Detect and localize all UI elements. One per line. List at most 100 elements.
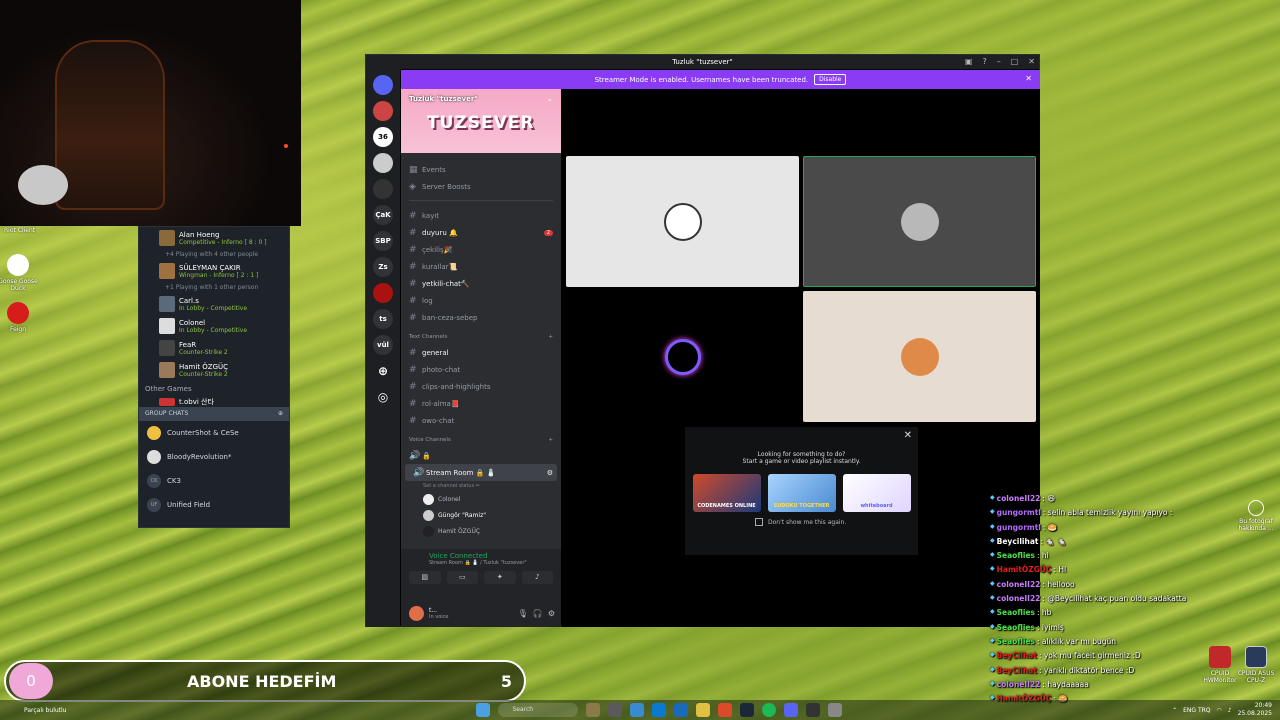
channel-item[interactable]: # rol-alma📕 [401, 395, 561, 412]
group-chats-header[interactable]: GROUP CHATS ⊕ [139, 407, 289, 421]
desktop-icon-photo-info[interactable]: Bu fotoğraf hakkında ... [1234, 500, 1278, 532]
app-icon[interactable] [828, 703, 843, 717]
add-channel-icon[interactable]: + [548, 437, 553, 443]
copilot-icon[interactable] [630, 703, 645, 717]
widgets-icon[interactable] [586, 703, 601, 717]
participant-tile[interactable] [566, 291, 799, 422]
add-channel-icon[interactable]: + [548, 334, 553, 340]
channel-item[interactable]: # duyuru 🔔 2 [401, 224, 561, 241]
activities-button[interactable]: ✦ [484, 571, 516, 584]
whiteboard-activity[interactable]: whiteboard [842, 474, 911, 512]
voice-user[interactable]: Güngör "Ramiz" [401, 507, 561, 523]
channel-item[interactable]: # ban-ceza-sebep [401, 309, 561, 326]
friend-row[interactable]: Colonel In Lobby - Competitive [139, 315, 289, 337]
microphone-icon[interactable]: 🎙 [518, 609, 528, 618]
server-icon[interactable]: Zs [373, 257, 393, 277]
weather-widget[interactable]: Parçalı bulutlu [24, 707, 66, 714]
server-icon[interactable]: 36 [373, 127, 393, 147]
channel-item[interactable]: # owo-chat [401, 412, 561, 429]
participant-tile[interactable] [566, 156, 799, 287]
clock[interactable]: 20:49 25.08.2025 [1238, 702, 1272, 718]
voice-user[interactable]: Hamit ÖZGÜÇ [401, 523, 561, 539]
obs-icon[interactable] [806, 703, 821, 717]
discord-icon[interactable] [784, 703, 799, 717]
group-chat-item[interactable]: UF Unified Field [139, 493, 289, 517]
server-boosts-item[interactable]: ◈ Server Boosts [401, 178, 561, 195]
close-icon[interactable]: ✕ [1025, 74, 1032, 83]
group-chat-item[interactable]: BloodyRevolution* [139, 445, 289, 469]
friend-row[interactable]: Hamit ÖZGÜÇ Counter-Strike 2 [139, 359, 289, 381]
friend-row[interactable]: Alan Hoeng Competitive - Inferno [ 8 : 0 … [139, 227, 289, 249]
channel-status[interactable]: Set a channel status ✏ [401, 481, 561, 491]
maximize-button[interactable]: □ [1011, 57, 1019, 66]
camera-off-button[interactable]: ▨ [409, 571, 441, 584]
server-icon[interactable]: SBP [373, 231, 393, 251]
channel-item[interactable]: # kurallar📜 [401, 258, 561, 275]
voice-channel-item[interactable]: 🔊 🔒 [401, 447, 561, 464]
desktop-icon-feign[interactable]: Feign [0, 302, 40, 333]
participant-tile[interactable] [803, 156, 1036, 287]
group-chat-item[interactable]: CounterShot & CeSe [139, 421, 289, 445]
codenames-activity[interactable]: CODENAMES ONLINE [692, 474, 761, 512]
friend-row[interactable]: t.obvi 산타 [139, 397, 289, 407]
file-explorer-icon[interactable] [696, 703, 711, 717]
channel-item[interactable]: # yetkili-chat🔨 [401, 275, 561, 292]
participant-tile[interactable] [803, 291, 1036, 422]
server-icon[interactable] [373, 179, 393, 199]
server-icon[interactable] [373, 153, 393, 173]
server-icon[interactable]: ts [373, 309, 393, 329]
friend-row[interactable]: FeaR Counter-Strike 2 [139, 337, 289, 359]
server-icon[interactable] [373, 101, 393, 121]
volume-icon[interactable]: ♪ [1228, 707, 1232, 714]
chevron-down-icon[interactable]: ⌄ [546, 94, 553, 103]
channel-item[interactable]: # clips-and-highlights [401, 378, 561, 395]
help-icon[interactable]: ? [982, 57, 986, 66]
events-item[interactable]: ▦ Events [401, 161, 561, 178]
explore-icon[interactable]: ◎ [373, 387, 393, 407]
channel-item[interactable]: # log [401, 292, 561, 309]
text-channels-category[interactable]: Text Channels + [401, 330, 561, 344]
group-chat-item[interactable]: CK CK3 [139, 469, 289, 493]
task-view-icon[interactable] [608, 703, 623, 717]
disable-streamer-mode-button[interactable]: Disable [814, 74, 847, 85]
mail-icon[interactable] [674, 703, 689, 717]
desktop-icon-cpuz[interactable]: CPUID ASUS CPU-Z [1234, 646, 1278, 684]
channel-item[interactable]: # kayıt [401, 207, 561, 224]
edge-icon[interactable] [652, 703, 667, 717]
voice-channel-item[interactable]: 🔊 Stream Room 🔒 🧂 ⚙ [405, 464, 557, 481]
channel-item[interactable]: # general [401, 344, 561, 361]
add-group-icon[interactable]: ⊕ [278, 410, 283, 418]
sudoku-activity[interactable]: SUDOKU TOGETHER [767, 474, 836, 512]
close-icon[interactable]: ✕ [904, 430, 912, 441]
headphones-icon[interactable]: 🎧 [533, 609, 543, 618]
chevron-up-icon[interactable]: ⌃ [1172, 707, 1177, 714]
voice-channels-category[interactable]: Voice Channels + [401, 433, 561, 447]
search-box[interactable]: Search [498, 703, 579, 717]
spotify-icon[interactable] [762, 703, 777, 717]
steam-icon[interactable] [740, 703, 755, 717]
minimize-button[interactable]: – [997, 57, 1001, 66]
start-icon[interactable] [476, 703, 491, 717]
settings-gear-icon[interactable]: ⚙ [548, 609, 555, 618]
server-icon[interactable] [373, 283, 393, 303]
friend-row[interactable]: Carl.s In Lobby - Competitive [139, 293, 289, 315]
screen-share-button[interactable]: ▭ [446, 571, 478, 584]
channel-item[interactable]: # çekiliş🎉 [401, 241, 561, 258]
add-server-icon[interactable]: ⊕ [373, 361, 393, 381]
channel-item[interactable]: # photo-chat [401, 361, 561, 378]
settings-gear-icon[interactable]: ⚙ [547, 469, 553, 477]
desktop-icon-goose-goose-duck[interactable]: Goose Goose Duck [0, 254, 40, 292]
language-indicator[interactable]: ENG TRQ [1183, 707, 1210, 714]
avatar[interactable] [409, 605, 424, 621]
server-icon[interactable]: vül [373, 335, 393, 355]
checkbox[interactable] [755, 518, 763, 526]
voice-user[interactable]: Colonel [401, 491, 561, 507]
close-button[interactable]: ✕ [1028, 57, 1035, 66]
friend-row[interactable]: SÜLEYMAN ÇAKIR Wingman - Inferno [ 2 : 1 … [139, 260, 289, 282]
soundboard-button[interactable]: ♪ [521, 571, 553, 584]
discord-home-icon[interactable] [373, 75, 393, 95]
guild-banner[interactable]: Tuzluk "tuzsever" TUZSEVER ⌄ [401, 89, 561, 153]
dont-show-again[interactable]: Don't show me this again. [755, 518, 918, 526]
wifi-icon[interactable]: ◠ [1217, 707, 1222, 714]
server-icon[interactable]: ÇaK [373, 205, 393, 225]
